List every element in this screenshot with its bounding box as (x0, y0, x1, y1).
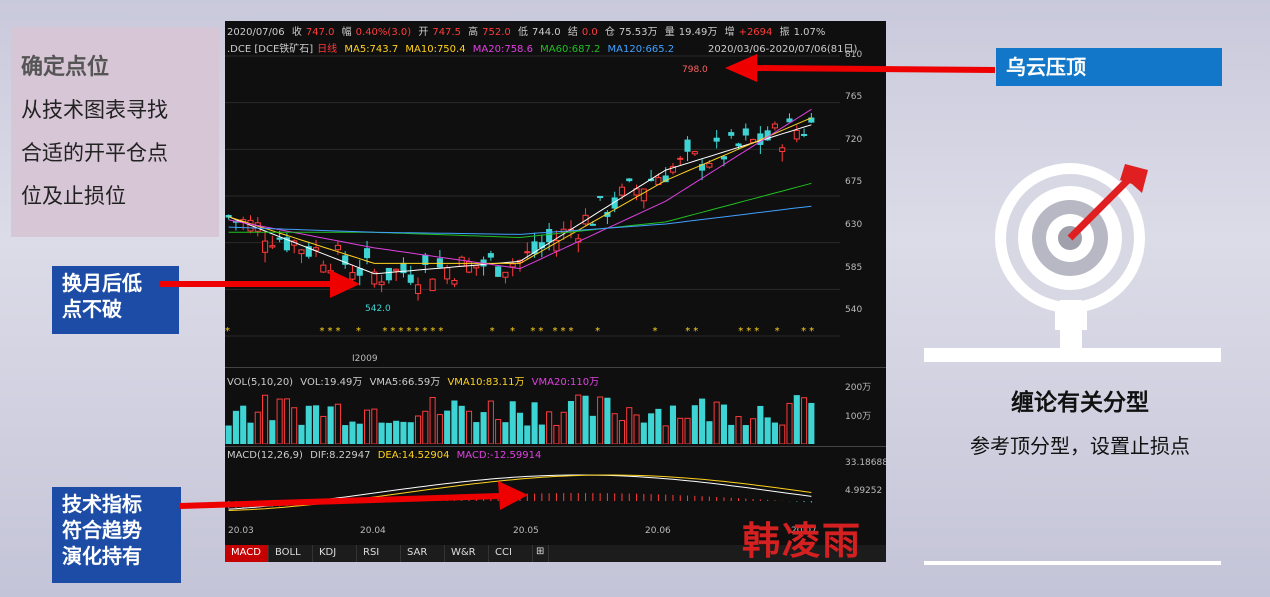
target-icon (924, 163, 1221, 362)
arrow-tech (179, 493, 501, 509)
arrow-head (498, 481, 528, 510)
watermark-signature: 韩凌雨 (742, 518, 863, 563)
arrow-head (330, 270, 360, 298)
arrow-cloud (754, 65, 996, 73)
arrow-head (725, 54, 757, 82)
bottom-divider (924, 561, 1221, 565)
fractal-title: 缠论有关分型 (1011, 390, 1149, 416)
fractal-text: 参考顶分型，设置止损点 (970, 434, 1190, 458)
